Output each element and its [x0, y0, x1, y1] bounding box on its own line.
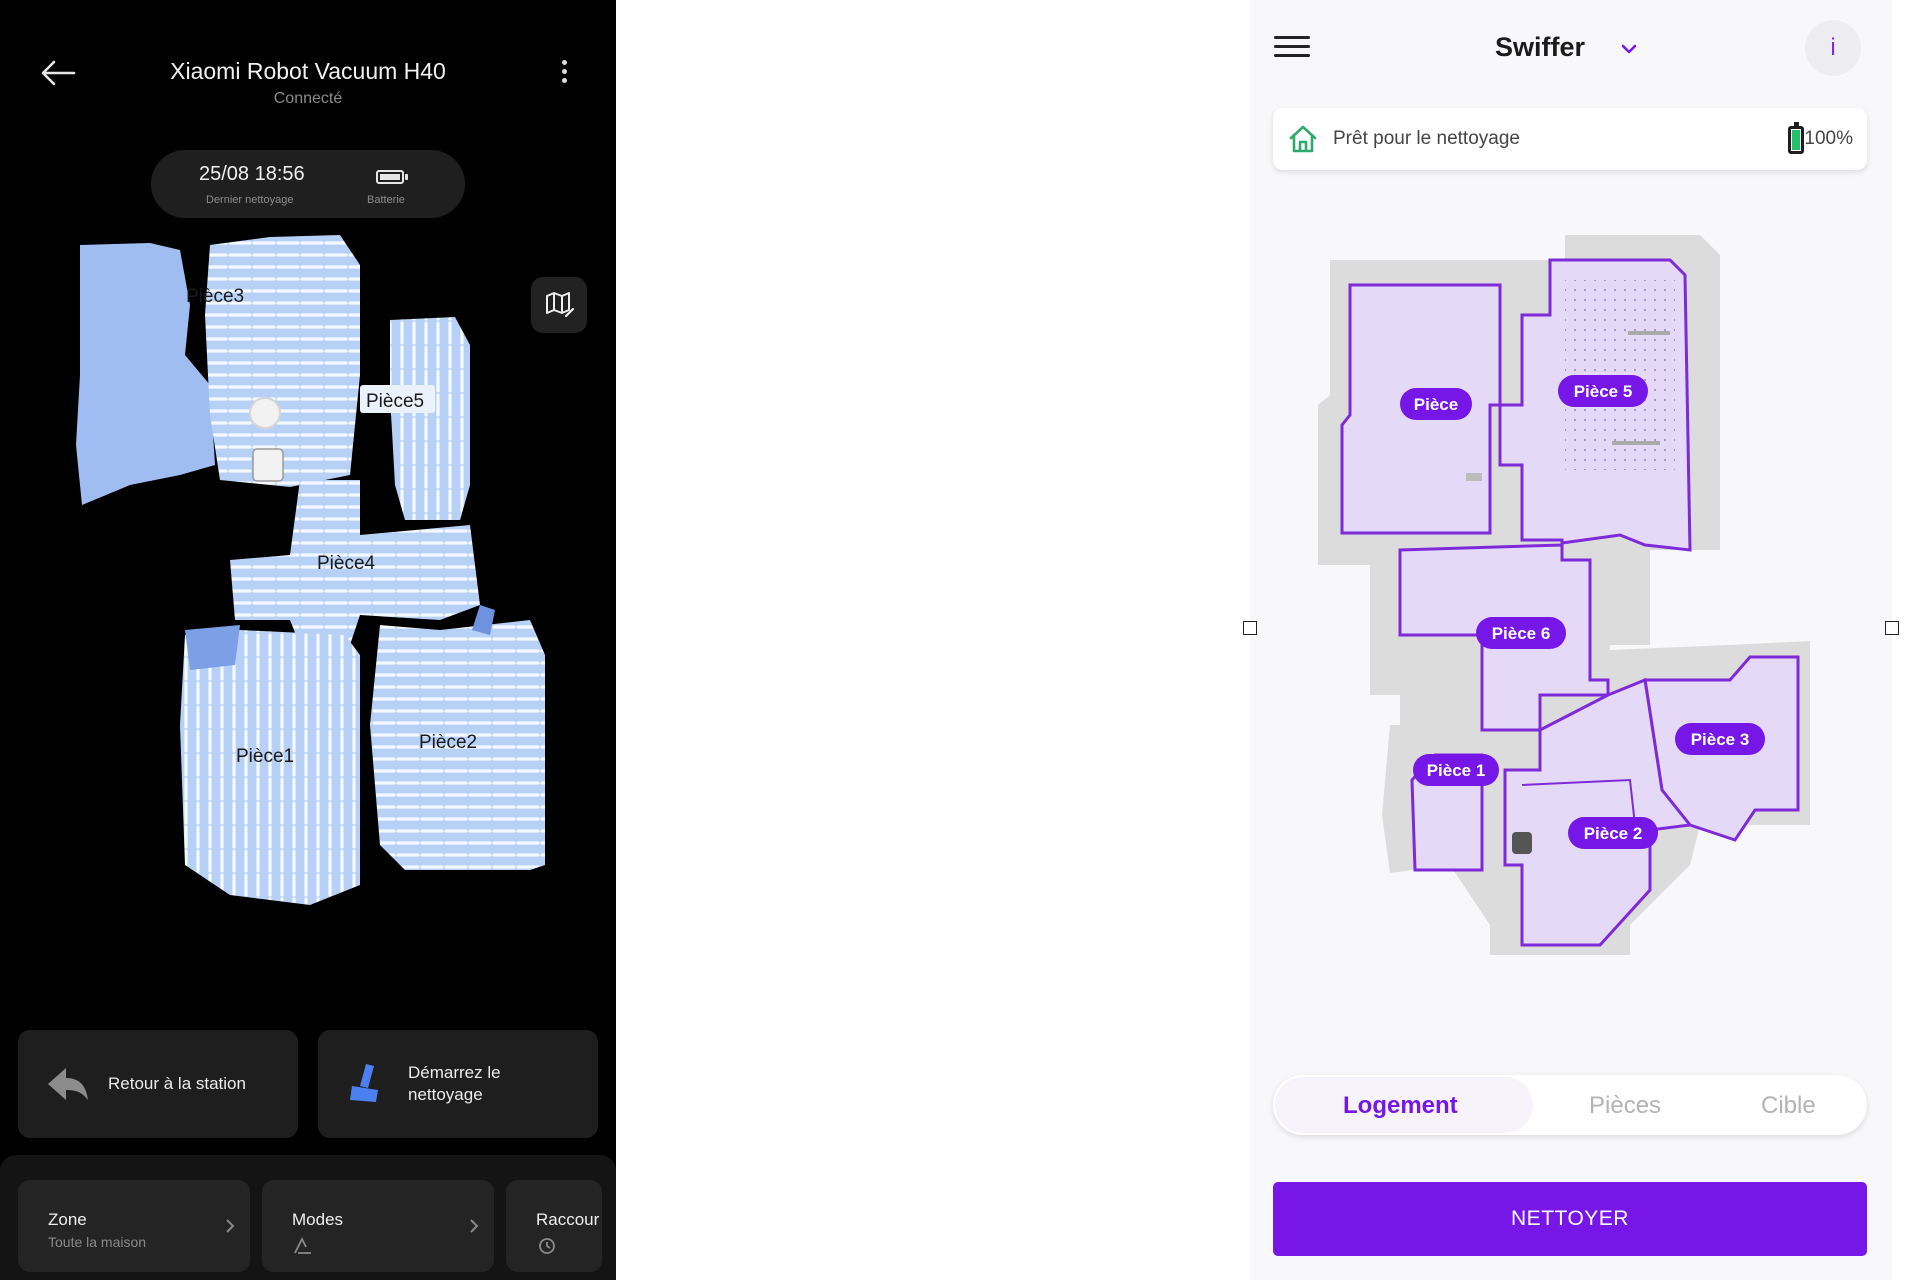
- room-label: Pièce2: [419, 732, 477, 753]
- start-label-line1: Démarrez le: [408, 1063, 501, 1082]
- modes-icon: [294, 1236, 311, 1254]
- info-button[interactable]: i: [1805, 20, 1861, 76]
- tab-cible[interactable]: Cible: [1761, 1092, 1816, 1120]
- zone-title: Zone: [48, 1210, 87, 1229]
- hamburger-menu-icon[interactable]: [1274, 36, 1310, 62]
- zone-tile[interactable]: Zone Toute la maison: [18, 1180, 250, 1272]
- battery-icon: [376, 170, 408, 184]
- furniture: [1612, 441, 1660, 445]
- room-label: Pièce 3: [1691, 730, 1750, 749]
- swiffer-room-map[interactable]: Pièce Pièce 5 Pièce 6 Pièce 3 Pièce 1 Pi…: [1290, 225, 1810, 985]
- status-bar: Prêt pour le nettoyage 100%: [1273, 108, 1867, 170]
- zone-subtitle: Toute la maison: [48, 1234, 147, 1250]
- room-label: Pièce5: [366, 391, 424, 412]
- battery-caption: Batterie: [367, 194, 405, 206]
- return-label: Retour à la station: [108, 1074, 246, 1093]
- last-clean-caption: Dernier nettoyage: [206, 194, 294, 206]
- vacuum-brush-icon: [350, 1064, 378, 1102]
- status-text: Prêt pour le nettoyage: [1333, 128, 1520, 149]
- last-clean-value: 25/08 18:56: [199, 163, 305, 185]
- shortcuts-tile[interactable]: Raccour: [506, 1180, 602, 1272]
- dock-station-icon: [1512, 832, 1532, 854]
- furniture: [1466, 473, 1482, 481]
- room-label: Pièce 2: [1584, 824, 1643, 843]
- map-area-piece5: [390, 317, 470, 520]
- shortcuts-icon: [539, 1238, 555, 1254]
- map-accent: [185, 625, 240, 670]
- device-title[interactable]: Swiffer: [1495, 32, 1585, 63]
- chevron-down-icon[interactable]: [1618, 38, 1640, 60]
- room-label: Pièce 6: [1492, 624, 1551, 643]
- shortcuts-title: Raccour: [536, 1210, 600, 1229]
- xiaomi-screen: Xiaomi Robot Vacuum H40 Connecté 25/08 1…: [0, 0, 616, 1280]
- room-label: Pièce 5: [1574, 382, 1633, 401]
- connection-status: Connecté: [273, 90, 343, 107]
- room-label: Pièce1: [236, 746, 294, 767]
- map-area-piece1: [180, 630, 360, 905]
- tab-logement[interactable]: Logement: [1343, 1092, 1458, 1120]
- chevron-right-icon: [226, 1219, 235, 1233]
- status-pill: 25/08 18:56 Dernier nettoyage Batterie: [151, 150, 465, 218]
- start-cleaning-button[interactable]: Démarrez le nettoyage: [318, 1030, 598, 1138]
- map-area-piece3: [205, 235, 360, 487]
- xiaomi-cleaning-map[interactable]: Pièce3 Pièce5 Pièce4 Pièce1 Pièce2: [60, 225, 560, 915]
- room-label: Pièce 1: [1427, 761, 1486, 780]
- modes-tile[interactable]: Modes: [262, 1180, 494, 1272]
- dock-station-icon: [252, 448, 284, 482]
- furniture: [1628, 331, 1670, 335]
- more-options-icon[interactable]: [552, 56, 576, 90]
- battery-percent: 100%: [1804, 128, 1853, 149]
- chevron-right-icon: [470, 1219, 479, 1233]
- battery-icon: [1788, 122, 1804, 154]
- room-label: Pièce3: [186, 286, 244, 307]
- view-tabs: Logement Pièces Cible: [1273, 1075, 1867, 1135]
- map-area-left: [76, 243, 215, 505]
- swiffer-screen: Swiffer i Prêt pour le nettoyage 100% Pi…: [1250, 0, 1892, 1280]
- clean-button[interactable]: NETTOYER: [1273, 1182, 1867, 1256]
- robot-icon: [249, 397, 281, 429]
- room-label: Pièce: [1414, 395, 1458, 414]
- return-arrow-icon: [48, 1068, 88, 1100]
- tab-pieces[interactable]: Pièces: [1589, 1092, 1661, 1120]
- room-label: Pièce4: [317, 553, 376, 574]
- resize-handle[interactable]: [1885, 621, 1899, 635]
- return-to-dock-button[interactable]: Retour à la station: [18, 1030, 298, 1138]
- home-icon: [1289, 125, 1317, 153]
- device-title: Xiaomi Robot Vacuum H40: [170, 58, 446, 84]
- resize-handle[interactable]: [1243, 621, 1257, 635]
- modes-title: Modes: [292, 1210, 344, 1229]
- start-label-line2: nettoyage: [408, 1085, 483, 1104]
